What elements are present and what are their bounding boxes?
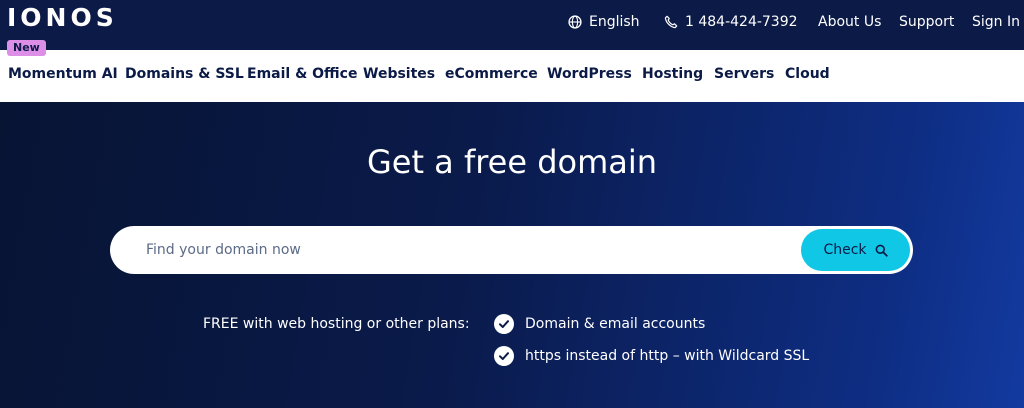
free-plans-label: FREE with web hosting or other plans: [203, 316, 470, 332]
nav-item-hosting[interactable]: Hosting [642, 65, 703, 83]
language-selector[interactable]: English [568, 12, 640, 32]
language-label: English [589, 14, 640, 30]
feature-text: Domain & email accounts [525, 316, 706, 332]
top-links: English 1 484-424-7392 About Us Support … [0, 12, 1024, 32]
nav-item-cloud[interactable]: Cloud [785, 65, 830, 83]
nav-item-wordpress[interactable]: WordPress [547, 65, 632, 83]
support-link[interactable]: Support [899, 12, 954, 32]
checkmark-icon [494, 314, 514, 334]
checkmark-icon [494, 346, 514, 366]
nav-item-momentum-ai[interactable]: Momentum AI [8, 65, 118, 83]
phone-number: 1 484-424-7392 [685, 14, 798, 30]
hero-section: Get a free domain Check FREE with web ho… [0, 102, 1024, 408]
main-nav: Momentum AI Domains & SSL Email & Office… [0, 50, 1024, 102]
nav-item-email-office[interactable]: Email & Office [247, 65, 357, 83]
phone-icon [664, 15, 678, 29]
feature-item: Domain & email accounts [494, 314, 705, 334]
feature-item: https instead of http – with Wildcard SS… [494, 346, 809, 366]
domain-search-input[interactable] [110, 226, 800, 274]
nav-item-ecommerce[interactable]: eCommerce [445, 65, 538, 83]
check-button-label: Check [823, 242, 867, 258]
sign-in-link[interactable]: Sign In [972, 12, 1020, 32]
search-icon [875, 244, 888, 257]
about-us-link[interactable]: About Us [818, 12, 881, 32]
new-badge: New [7, 40, 46, 56]
nav-item-domains-ssl[interactable]: Domains & SSL [125, 65, 244, 83]
nav-item-servers[interactable]: Servers [714, 65, 774, 83]
top-bar: IONOS New English 1 484-424-7392 About U… [0, 0, 1024, 56]
hero-title: Get a free domain [366, 143, 658, 181]
globe-icon [568, 15, 582, 29]
nav-item-websites[interactable]: Websites [363, 65, 435, 83]
domain-search-box: Check [110, 226, 913, 274]
check-button[interactable]: Check [801, 229, 910, 271]
phone-link[interactable]: 1 484-424-7392 [664, 12, 798, 32]
feature-text: https instead of http – with Wildcard SS… [525, 348, 810, 364]
